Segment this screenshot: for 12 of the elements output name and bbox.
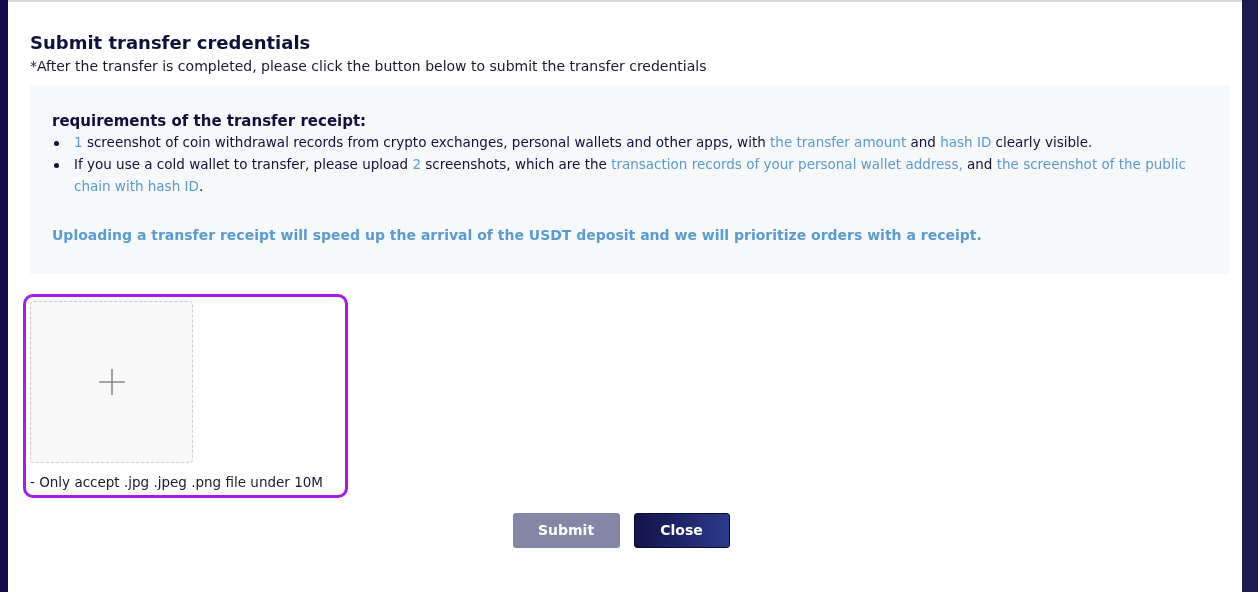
bullet-icon <box>54 140 59 146</box>
instruction-text: *After the transfer is completed, please click the button below to submit the transfer credentials <box>30 57 708 76</box>
priority-note: Uploading a transfer receipt will speed up the arrival of the USDT deposit and we will prioritize orders with a receipt. <box>52 226 983 245</box>
requirement-text: 1 screenshot of coin withdrawal records from crypto exchanges, personal wallets and other apps, with the transfer amount and hash ID clearly visible. <box>74 133 1093 152</box>
requirements-heading: requirements of the transfer receipt: <box>52 111 368 131</box>
bullet-icon <box>54 162 59 168</box>
dialog-title: Submit transfer credentials <box>30 32 312 54</box>
file-type-hint: - Only accept .jpg .jpeg .png file under 10M <box>30 473 324 491</box>
plus-icon <box>98 369 125 395</box>
close-button[interactable]: Close <box>633 513 730 548</box>
requirement-text: If you use a cold wallet to transfer, please upload 2 screenshots, which are the transaction records of your personal wallet address, and the screenshot of the public chain with hash ID. <box>74 156 1186 194</box>
image-upload-area[interactable] <box>30 301 193 463</box>
